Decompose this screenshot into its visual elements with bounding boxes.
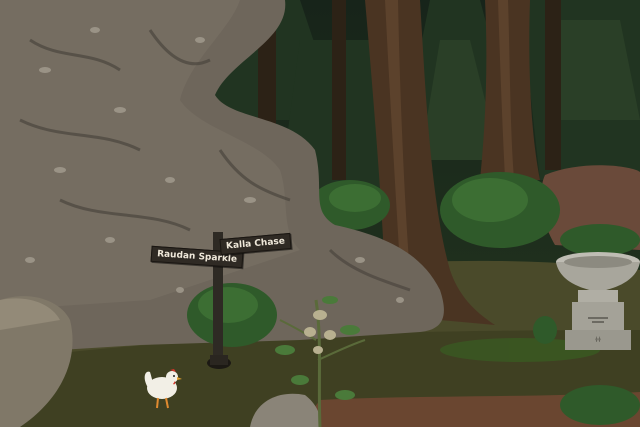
forest-background: ꬹꬹ <box>0 0 640 427</box>
game-scene: ꬹꬹ Raudan Sparkle Kalla Chase <box>0 0 640 427</box>
svg-text:ꬹꬹ: ꬹꬹ <box>595 336 601 344</box>
